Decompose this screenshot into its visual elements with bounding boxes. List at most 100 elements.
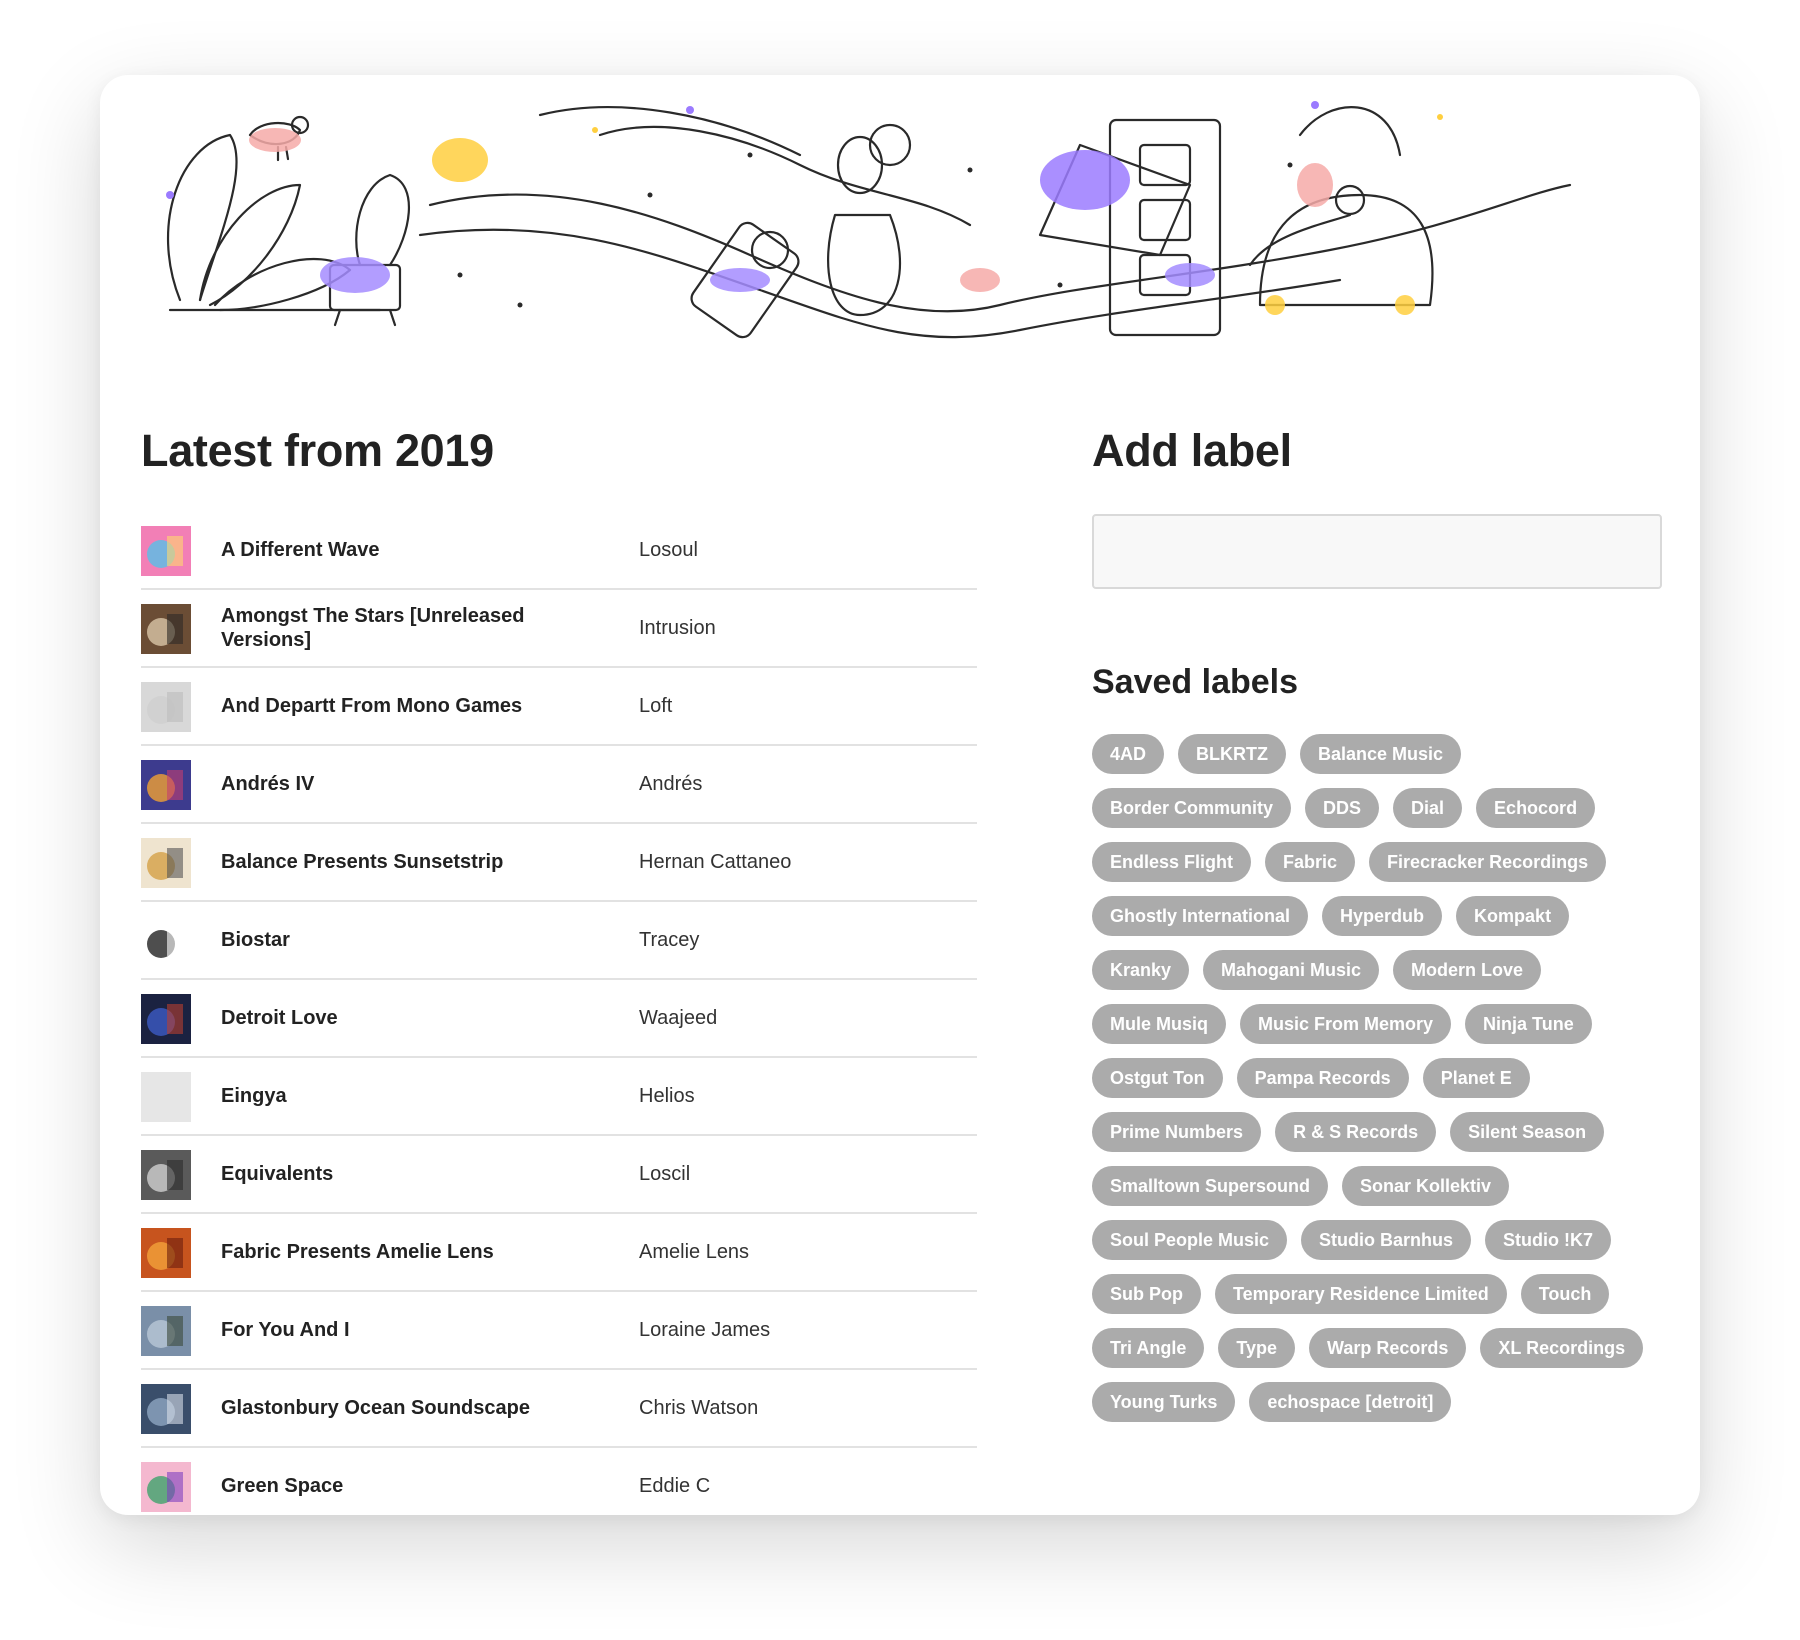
release-artist[interactable]: Loscil bbox=[639, 1163, 690, 1186]
label-chip[interactable]: Hyperdub bbox=[1322, 896, 1443, 936]
label-chip[interactable]: Endless Flight bbox=[1092, 842, 1252, 882]
release-list: A Different Wave Losoul Amongst The Stars … bbox=[141, 512, 977, 1515]
album-cover bbox=[141, 916, 191, 966]
label-chip[interactable]: Dial bbox=[1393, 788, 1463, 828]
album-cover bbox=[141, 526, 191, 576]
saved-labels-heading: Saved labels bbox=[1092, 663, 1299, 701]
release-row[interactable]: Eingya Helios bbox=[141, 1058, 977, 1136]
label-chip[interactable]: BLKRTZ bbox=[1178, 734, 1286, 774]
release-artist[interactable]: Andrés bbox=[639, 773, 702, 796]
label-chip[interactable]: Kranky bbox=[1092, 950, 1190, 990]
label-chip[interactable]: Type bbox=[1218, 1328, 1296, 1368]
release-title[interactable]: Fabric Presents Amelie Lens bbox=[221, 1240, 581, 1264]
release-artist[interactable]: Loft bbox=[639, 695, 672, 718]
label-chip[interactable]: XL Recordings bbox=[1480, 1328, 1644, 1368]
album-cover bbox=[141, 1150, 191, 1200]
release-title[interactable]: Amongst The Stars [Unreleased Versions] bbox=[221, 604, 581, 652]
label-chip[interactable]: Sub Pop bbox=[1092, 1274, 1201, 1314]
label-chip[interactable]: Fabric bbox=[1265, 842, 1356, 882]
release-artist[interactable]: Waajeed bbox=[639, 1007, 717, 1030]
album-cover bbox=[141, 760, 191, 810]
latest-heading: Latest from 2019 bbox=[141, 425, 494, 476]
release-artist[interactable]: Losoul bbox=[639, 539, 698, 562]
label-chip[interactable]: Balance Music bbox=[1300, 734, 1462, 774]
label-chip[interactable]: Soul People Music bbox=[1092, 1220, 1288, 1260]
label-chip[interactable]: Planet E bbox=[1422, 1058, 1530, 1098]
label-chip[interactable]: Firecracker Recordings bbox=[1369, 842, 1607, 882]
label-chip[interactable]: Border Community bbox=[1092, 788, 1292, 828]
album-cover bbox=[141, 1462, 191, 1512]
label-chip[interactable]: DDS bbox=[1305, 788, 1380, 828]
release-row[interactable]: Fabric Presents Amelie Lens Amelie Lens bbox=[141, 1214, 977, 1292]
release-artist[interactable]: Tracey bbox=[639, 929, 699, 952]
label-chip[interactable]: Mahogani Music bbox=[1203, 950, 1380, 990]
label-chip[interactable]: Touch bbox=[1520, 1274, 1610, 1314]
release-title[interactable]: For You And I bbox=[221, 1318, 581, 1342]
album-cover bbox=[141, 604, 191, 654]
label-chip[interactable]: Ghostly International bbox=[1092, 896, 1309, 936]
release-row[interactable]: Green Space Eddie C bbox=[141, 1448, 977, 1515]
label-chip[interactable]: Silent Season bbox=[1450, 1112, 1605, 1152]
label-chip[interactable]: Echocord bbox=[1476, 788, 1596, 828]
label-chip[interactable]: Kompakt bbox=[1456, 896, 1570, 936]
label-chip[interactable]: Ninja Tune bbox=[1465, 1004, 1592, 1044]
add-label-input[interactable] bbox=[1092, 514, 1662, 589]
album-cover bbox=[141, 1384, 191, 1434]
release-artist[interactable]: Chris Watson bbox=[639, 1397, 758, 1420]
album-cover bbox=[141, 1306, 191, 1356]
label-chip[interactable]: Warp Records bbox=[1309, 1328, 1467, 1368]
label-chip[interactable]: Prime Numbers bbox=[1092, 1112, 1262, 1152]
label-chip[interactable]: Studio Barnhus bbox=[1301, 1220, 1472, 1260]
release-artist[interactable]: Eddie C bbox=[639, 1475, 710, 1498]
header-illustration bbox=[100, 75, 1700, 375]
release-title[interactable]: A Different Wave bbox=[221, 538, 581, 562]
release-row[interactable]: And Departt From Mono Games Loft bbox=[141, 668, 977, 746]
label-chip[interactable]: Studio !K7 bbox=[1485, 1220, 1612, 1260]
release-title[interactable]: Detroit Love bbox=[221, 1006, 581, 1030]
label-chip[interactable]: Modern Love bbox=[1393, 950, 1542, 990]
release-row[interactable]: A Different Wave Losoul bbox=[141, 512, 977, 590]
release-row[interactable]: Detroit Love Waajeed bbox=[141, 980, 977, 1058]
label-chip[interactable]: Music From Memory bbox=[1240, 1004, 1452, 1044]
release-row[interactable]: Glastonbury Ocean Soundscape Chris Watson bbox=[141, 1370, 977, 1448]
release-title[interactable]: Biostar bbox=[221, 928, 581, 952]
label-chip[interactable]: Ostgut Ton bbox=[1092, 1058, 1223, 1098]
album-cover bbox=[141, 1072, 191, 1122]
label-chip[interactable]: echospace [detroit] bbox=[1249, 1382, 1452, 1422]
release-title[interactable]: Andrés IV bbox=[221, 772, 581, 796]
saved-labels-list: 4AD BLKRTZ Balance Music Border Community DD… bbox=[1092, 734, 1672, 1422]
release-row[interactable]: Amongst The Stars [Unreleased Versions] I… bbox=[141, 590, 977, 668]
release-row[interactable]: Equivalents Loscil bbox=[141, 1136, 977, 1214]
album-cover bbox=[141, 682, 191, 732]
release-title[interactable]: Balance Presents Sunsetstrip bbox=[221, 850, 581, 874]
add-label-heading: Add label bbox=[1092, 425, 1292, 476]
release-row[interactable]: Biostar Tracey bbox=[141, 902, 977, 980]
release-artist[interactable]: Amelie Lens bbox=[639, 1241, 749, 1264]
release-artist[interactable]: Hernan Cattaneo bbox=[639, 851, 791, 874]
release-artist[interactable]: Intrusion bbox=[639, 617, 716, 640]
release-title[interactable]: Glastonbury Ocean Soundscape bbox=[221, 1396, 581, 1420]
album-cover bbox=[141, 994, 191, 1044]
label-chip[interactable]: Sonar Kollektiv bbox=[1342, 1166, 1510, 1206]
album-cover bbox=[141, 1228, 191, 1278]
label-chip[interactable]: Temporary Residence Limited bbox=[1215, 1274, 1507, 1314]
label-chip[interactable]: Young Turks bbox=[1092, 1382, 1236, 1422]
label-chip[interactable]: Mule Musiq bbox=[1092, 1004, 1226, 1044]
release-row[interactable]: For You And I Loraine James bbox=[141, 1292, 977, 1370]
release-title[interactable]: Eingya bbox=[221, 1084, 581, 1108]
release-title[interactable]: And Departt From Mono Games bbox=[221, 694, 581, 718]
app-window: Latest from 2019 A Different Wave Losoul A… bbox=[100, 75, 1700, 1515]
release-title[interactable]: Equivalents bbox=[221, 1162, 581, 1186]
label-chip[interactable]: 4AD bbox=[1092, 734, 1165, 774]
release-artist[interactable]: Helios bbox=[639, 1085, 695, 1108]
album-cover bbox=[141, 838, 191, 888]
release-artist[interactable]: Loraine James bbox=[639, 1319, 770, 1342]
label-chip[interactable]: R & S Records bbox=[1275, 1112, 1437, 1152]
release-title[interactable]: Green Space bbox=[221, 1474, 581, 1498]
illustration-svg bbox=[166, 101, 1572, 339]
label-chip[interactable]: Smalltown Supersound bbox=[1092, 1166, 1329, 1206]
release-row[interactable]: Balance Presents Sunsetstrip Hernan Catta… bbox=[141, 824, 977, 902]
release-row[interactable]: Andrés IV Andrés bbox=[141, 746, 977, 824]
label-chip[interactable]: Tri Angle bbox=[1092, 1328, 1205, 1368]
label-chip[interactable]: Pampa Records bbox=[1236, 1058, 1409, 1098]
